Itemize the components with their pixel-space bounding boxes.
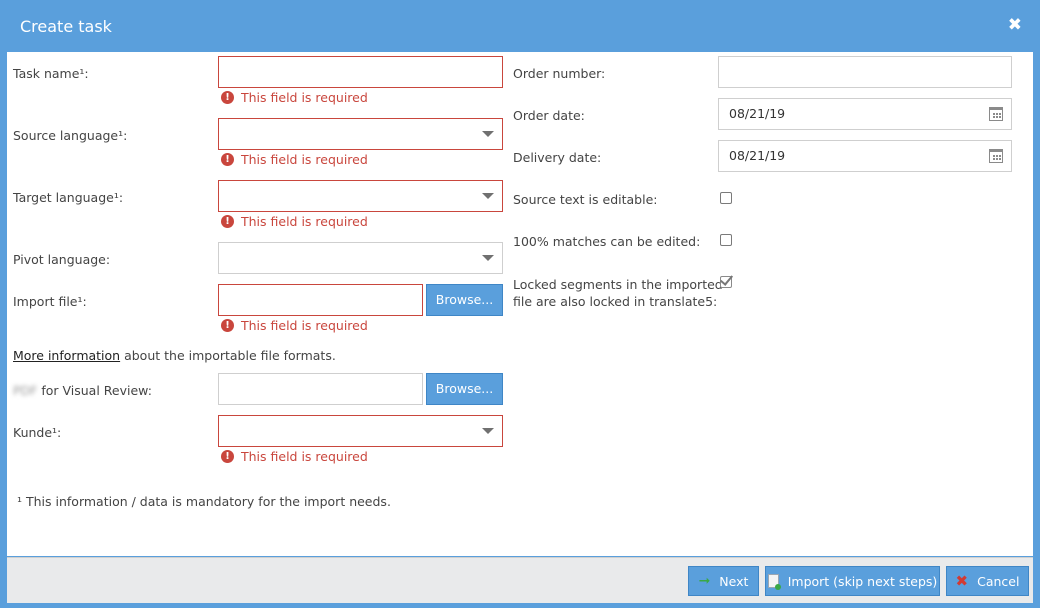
task-name-error-text: This field is required	[241, 90, 368, 105]
visual-review-label-text: for Visual Review:	[37, 383, 152, 398]
matches-editable-checkbox[interactable]	[720, 234, 732, 246]
target-language-label: Target language¹:	[13, 190, 124, 205]
source-language-error: ! This field is required	[221, 152, 368, 167]
visual-review-input[interactable]	[218, 373, 423, 405]
source-editable-label: Source text is editable:	[513, 192, 658, 207]
mandatory-footnote: ¹ This information / data is mandatory f…	[17, 494, 391, 509]
target-language-select[interactable]	[218, 180, 503, 212]
delivery-date-value: 08/21/19	[729, 148, 786, 163]
more-information-link[interactable]: More information	[13, 348, 120, 363]
chevron-down-icon[interactable]	[482, 193, 494, 199]
calendar-icon[interactable]	[989, 107, 1003, 121]
import-skip-button-label: Import (skip next steps)	[787, 573, 938, 589]
task-name-error: ! This field is required	[221, 90, 368, 105]
exclamation-circle-icon: !	[221, 91, 234, 104]
exclamation-circle-icon: !	[221, 215, 234, 228]
green-arrow-icon: ➞	[698, 573, 711, 589]
visual-review-blurred-prefix: PDF	[13, 383, 38, 398]
order-number-label: Order number:	[513, 66, 606, 81]
import-file-input[interactable]	[218, 284, 423, 316]
dialog-body: Task name¹: ! This field is required Sou…	[7, 52, 1033, 556]
locked-segments-label-line2: file are also locked in translate5:	[513, 294, 718, 309]
pivot-language-select[interactable]	[218, 242, 503, 274]
visual-review-label: PDF for Visual Review:	[13, 383, 152, 398]
document-add-icon	[767, 574, 781, 590]
chevron-down-icon[interactable]	[482, 131, 494, 137]
close-icon[interactable]: ✖	[1008, 15, 1022, 35]
next-button-label: Next	[719, 573, 749, 589]
pivot-language-label: Pivot language:	[13, 252, 111, 267]
order-date-label: Order date:	[513, 108, 585, 123]
more-information-suffix: about the importable file formats.	[120, 348, 336, 363]
exclamation-circle-icon: !	[221, 153, 234, 166]
order-number-input[interactable]	[718, 56, 1012, 88]
cancel-button-label: Cancel	[977, 573, 1020, 589]
import-file-error-text: This field is required	[241, 318, 368, 333]
delivery-date-field[interactable]: 08/21/19	[718, 140, 1012, 172]
chevron-down-icon[interactable]	[482, 255, 494, 261]
locked-segments-label: Locked segments in the imported file are…	[513, 276, 723, 310]
visual-review-browse-button[interactable]: Browse...	[426, 373, 503, 405]
kunde-select[interactable]	[218, 415, 503, 447]
next-button[interactable]: ➞ Next	[688, 566, 759, 596]
create-task-dialog: Create task ✖ Task name¹: ! This field i…	[0, 0, 1040, 608]
locked-segments-label-line1: Locked segments in the imported	[513, 277, 723, 292]
matches-editable-label: 100% matches can be edited:	[513, 234, 701, 249]
cancel-button[interactable]: ✖ Cancel	[946, 566, 1029, 596]
more-information-text: More information about the importable fi…	[13, 348, 336, 363]
source-language-error-text: This field is required	[241, 152, 368, 167]
source-language-label: Source language¹:	[13, 128, 128, 143]
import-file-label: Import file¹:	[13, 294, 87, 309]
dialog-title: Create task	[20, 17, 112, 36]
red-x-icon: ✖	[955, 572, 969, 590]
checkmark-icon	[719, 272, 734, 286]
calendar-icon[interactable]	[989, 149, 1003, 163]
target-language-error-text: This field is required	[241, 214, 368, 229]
task-name-label: Task name¹:	[13, 66, 89, 81]
delivery-date-label: Delivery date:	[513, 150, 602, 165]
exclamation-circle-icon: !	[221, 450, 234, 463]
dialog-footer: ➞ Next Import (skip next steps) ✖ Cancel	[7, 557, 1033, 603]
order-date-field[interactable]: 08/21/19	[718, 98, 1012, 130]
dialog-titlebar: Create task ✖	[0, 0, 1040, 52]
target-language-error: ! This field is required	[221, 214, 368, 229]
kunde-error-text: This field is required	[241, 449, 368, 464]
locked-segments-checkbox[interactable]	[719, 272, 734, 288]
source-language-select[interactable]	[218, 118, 503, 150]
import-file-browse-button[interactable]: Browse...	[426, 284, 503, 316]
task-name-input[interactable]	[218, 56, 503, 88]
exclamation-circle-icon: !	[221, 319, 234, 332]
kunde-error: ! This field is required	[221, 449, 368, 464]
kunde-label: Kunde¹:	[13, 425, 62, 440]
source-editable-checkbox[interactable]	[720, 192, 732, 204]
import-skip-button[interactable]: Import (skip next steps)	[765, 566, 940, 596]
order-date-value: 08/21/19	[729, 106, 786, 121]
chevron-down-icon[interactable]	[482, 428, 494, 434]
import-file-error: ! This field is required	[221, 318, 368, 333]
